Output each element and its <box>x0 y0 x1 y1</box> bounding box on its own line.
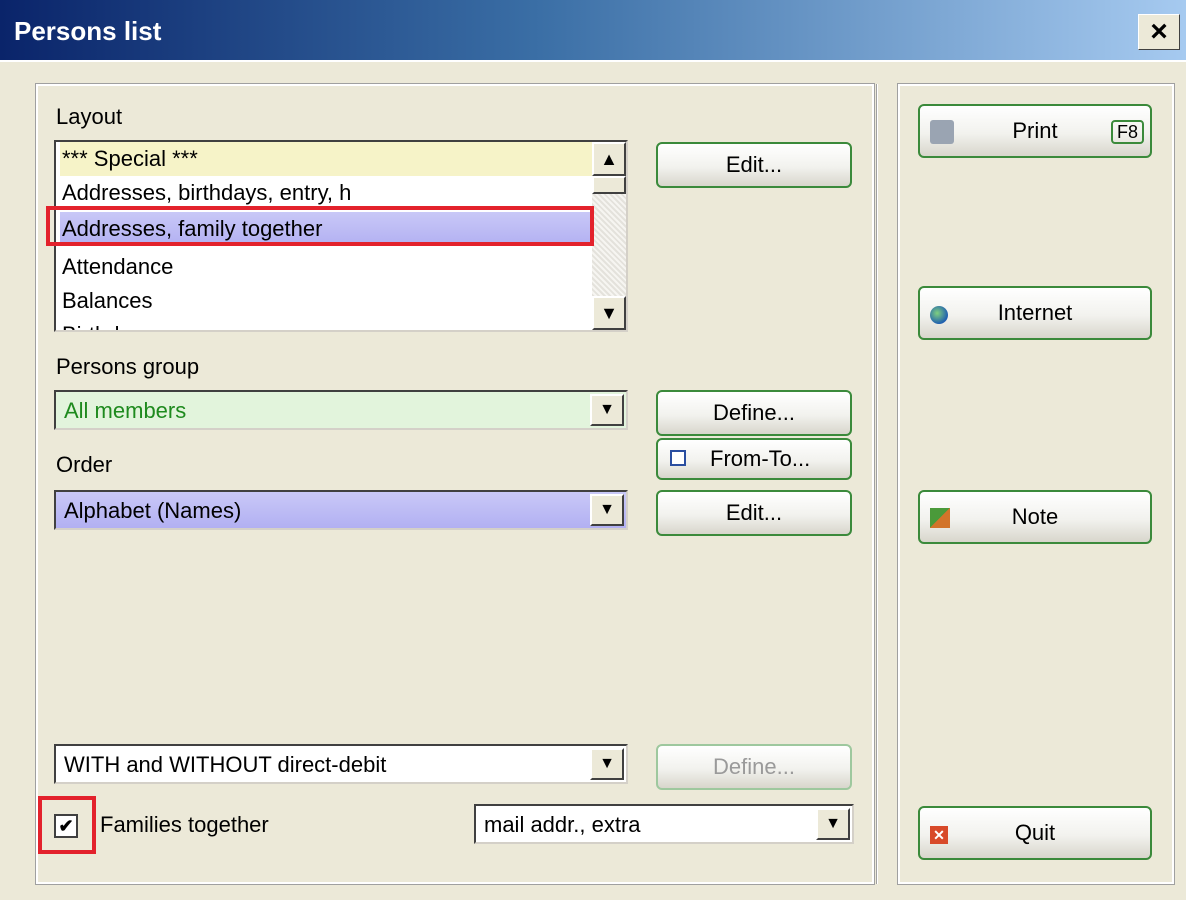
list-item[interactable]: Addresses, birthdays, entry, h <box>60 176 596 210</box>
actions-frame <box>897 83 1175 885</box>
from-to-button[interactable]: From-To... <box>656 438 852 480</box>
layout-edit-button[interactable]: Edit... <box>656 142 852 188</box>
quit-button[interactable]: ✕ Quit <box>918 806 1152 860</box>
scroll-down-button[interactable]: ▼ <box>592 296 626 330</box>
chevron-down-icon[interactable]: ▼ <box>590 748 624 780</box>
persons-group-define-button[interactable]: Define... <box>656 390 852 436</box>
families-together-label: Families together <box>100 812 269 837</box>
close-button[interactable]: × <box>1138 14 1180 50</box>
chevron-down-icon[interactable]: ▼ <box>816 808 850 840</box>
persons-group-select[interactable]: All members ▼ <box>54 390 628 430</box>
window-title: Persons list <box>14 16 162 46</box>
layout-scrollbar[interactable]: ▲ ▼ <box>592 142 626 330</box>
list-item[interactable]: *** Special *** <box>60 142 596 176</box>
mail-option-select[interactable]: mail addr., extra ▼ <box>474 804 854 844</box>
chevron-down-icon[interactable]: ▼ <box>590 494 624 526</box>
persons-group-value: All members <box>64 398 187 423</box>
order-value: Alphabet (Names) <box>64 498 242 523</box>
checkbox-highlight <box>38 796 96 854</box>
direct-debit-value: WITH and WITHOUT direct-debit <box>64 752 387 777</box>
print-shortcut-badge: F8 <box>1110 120 1144 144</box>
selection-highlight <box>46 206 594 246</box>
direct-debit-select[interactable]: WITH and WITHOUT direct-debit ▼ <box>54 744 628 784</box>
note-button[interactable]: Note <box>918 490 1152 544</box>
list-item[interactable]: Balances <box>60 284 596 318</box>
persons-group-label: Persons group <box>56 354 200 379</box>
scroll-up-button[interactable]: ▲ <box>592 142 626 176</box>
note-label: Note <box>1011 504 1059 529</box>
internet-button[interactable]: Internet <box>918 286 1152 340</box>
order-edit-button[interactable]: Edit... <box>656 490 852 536</box>
list-item[interactable]: Attendance <box>60 250 596 284</box>
from-to-checkbox-icon <box>670 450 686 466</box>
list-item[interactable]: Birthdays <box>60 318 596 330</box>
internet-label: Internet <box>997 300 1073 325</box>
mail-option-value: mail addr., extra <box>484 812 641 837</box>
quit-label: Quit <box>1014 820 1056 845</box>
title-bar: Persons list × <box>0 0 1186 62</box>
scroll-thumb[interactable] <box>592 176 626 194</box>
layout-label: Layout <box>56 104 123 129</box>
from-to-label: From-To... <box>710 446 811 471</box>
chevron-down-icon[interactable]: ▼ <box>590 394 624 426</box>
direct-debit-define-button[interactable]: Define... <box>656 744 852 790</box>
separator <box>876 84 878 884</box>
order-label: Order <box>56 452 113 477</box>
print-button[interactable]: Print F8 <box>918 104 1152 158</box>
order-select[interactable]: Alphabet (Names) ▼ <box>54 490 628 530</box>
